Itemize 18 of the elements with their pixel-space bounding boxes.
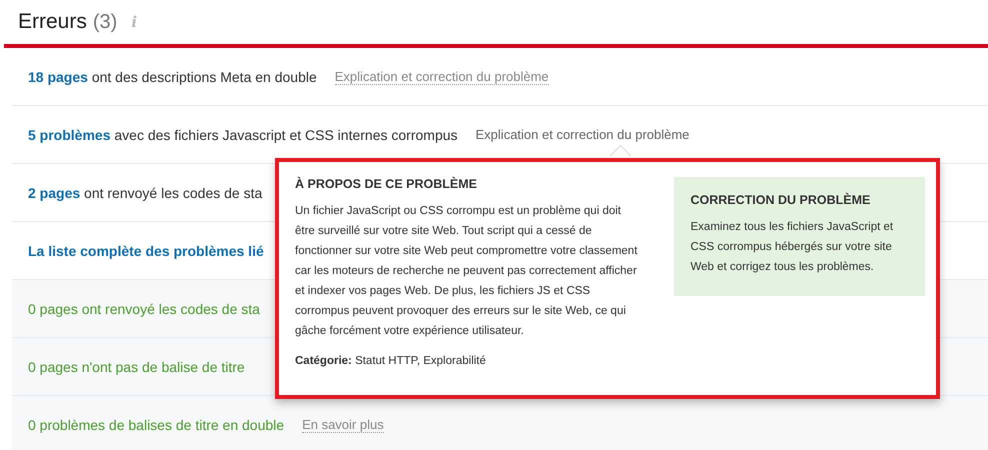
issue-text: 0 problèmes de balises de titre en double bbox=[28, 416, 284, 432]
issue-text: 0 pages n'ont pas de balise de titre bbox=[28, 358, 245, 374]
issue-text: La liste complète des problèmes lié bbox=[28, 242, 264, 258]
explanation-link[interactable]: En savoir plus bbox=[302, 416, 384, 432]
issue-text: 2 pages ont renvoyé les codes de sta bbox=[28, 184, 262, 200]
section-title: Erreurs bbox=[18, 10, 87, 34]
category-text: Catégorie: Statut HTTP, Explorabilité bbox=[295, 354, 487, 369]
explanation-link[interactable]: Explication et correction du problème bbox=[334, 68, 549, 84]
popup-heading: À PROPOS DE CE PROBLÈME bbox=[295, 177, 478, 191]
fix-description: Examinez tous les fichiers JavaScript et CSS corrompus hébergés sur votre site Web et corrigez tous les problèmes. bbox=[690, 220, 894, 275]
issue-text: 5 problèmes avec des fichiers Javascript et CSS internes corrompus bbox=[28, 126, 458, 142]
popup-description: Un fichier JavaScript ou CSS corrompu est un problème qui doit être surveillé sur votre site Web. Tout script qui a cessé de fonctionner sur votre site Web peut compromettre votre classement car les moteurs de recherche ne peuvent pas correctement afficher et indexer vos pages Web. De plus, les fichiers JS et CSS corrompus peuvent provoquer des erreurs sur le site Web, ce qui gâche forcément votre expérience utilisateur. bbox=[295, 204, 638, 339]
issue-text: 18 pages ont des descriptions Meta en double bbox=[28, 68, 317, 84]
info-icon[interactable]: i bbox=[131, 13, 138, 31]
fix-heading: CORRECTION DU PROBLÈME bbox=[690, 193, 872, 207]
error-count: (3) bbox=[92, 10, 118, 34]
issue-text: 0 pages ont renvoyé les codes de sta bbox=[28, 300, 260, 316]
explanation-link[interactable]: Explication et correction du problème bbox=[476, 127, 690, 142]
